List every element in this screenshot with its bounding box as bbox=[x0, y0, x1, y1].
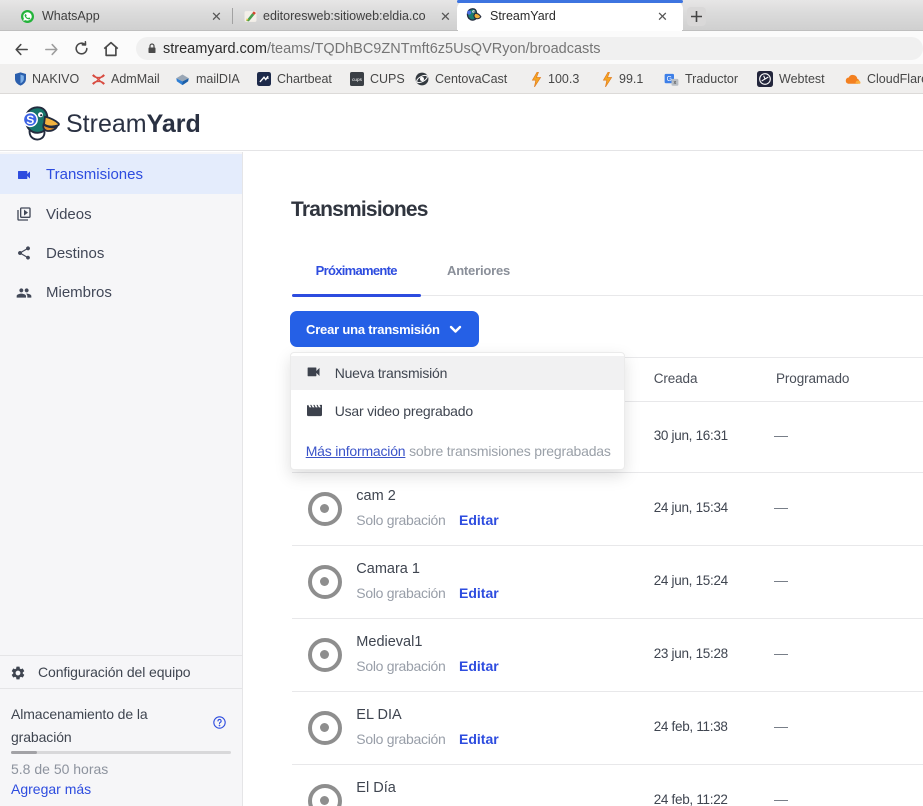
svg-text:cups: cups bbox=[352, 77, 363, 82]
svg-text:x: x bbox=[674, 80, 677, 86]
svg-text:S: S bbox=[26, 113, 34, 127]
svg-text:G: G bbox=[667, 76, 672, 83]
